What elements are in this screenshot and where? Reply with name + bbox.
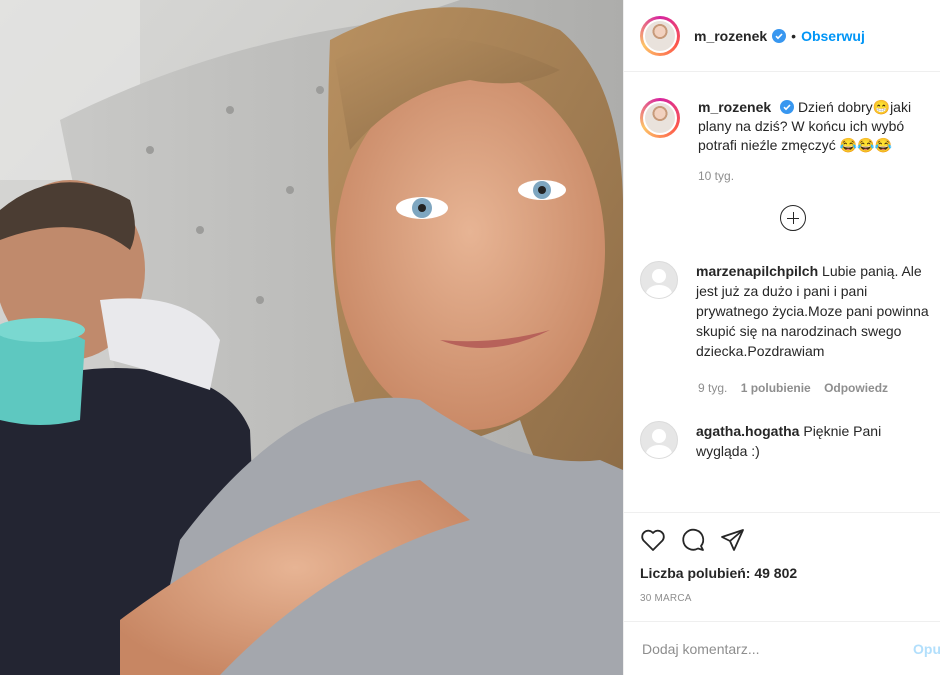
- verified-badge-icon: [780, 100, 795, 114]
- caption-line-1: Dzień dobry😁jaki: [797, 99, 912, 115]
- author-avatar[interactable]: [640, 15, 680, 56]
- comment-time[interactable]: 9 tyg.: [698, 381, 727, 395]
- comment-username[interactable]: agatha.hogatha: [696, 423, 799, 439]
- post-sidebar: m_rozenek • Obserwuj m_rozenek Dzień dob…: [623, 0, 940, 675]
- comment-item: marzenapilchpilch Lubie panią. Ale jest …: [624, 261, 940, 361]
- post-photo[interactable]: [0, 0, 623, 675]
- selfie-image: [0, 0, 623, 675]
- reply-button[interactable]: Odpowiedz: [824, 381, 888, 395]
- caption-line-3: potrafi nieźle zmęczyć 😂😂😂: [698, 137, 892, 153]
- comment-item: agatha.hogatha Pięknie Pani wygląda :): [624, 421, 940, 461]
- comment-input[interactable]: [640, 639, 891, 658]
- comment-composer: Opu: [624, 621, 940, 675]
- comment-meta: 9 tyg. 1 polubienie Odpowiedz: [698, 381, 940, 395]
- caption-time[interactable]: 10 tyg.: [698, 169, 940, 183]
- commenter-avatar[interactable]: [640, 421, 678, 459]
- share-icon[interactable]: [720, 527, 746, 553]
- post-date: 30 MARCA: [640, 593, 692, 604]
- post-comment-button[interactable]: Opu: [913, 641, 940, 657]
- comment-username[interactable]: marzenapilchpilch: [696, 263, 818, 279]
- author-username[interactable]: m_rozenek: [694, 28, 767, 44]
- commenter-avatar[interactable]: [640, 261, 678, 299]
- comment-text: agatha.hogatha Pięknie Pani wygląda :): [696, 421, 936, 461]
- separator-dot: •: [791, 27, 797, 44]
- caption-text: m_rozenek Dzień dobry😁jaki plany na dziś…: [698, 98, 940, 155]
- post-header: m_rozenek • Obserwuj: [624, 0, 940, 72]
- comment-likes[interactable]: 1 polubienie: [741, 381, 811, 395]
- caption-line-2: plany na dziś? W końcu ich wybó: [698, 118, 905, 134]
- comment-text: marzenapilchpilch Lubie panią. Ale jest …: [696, 261, 936, 361]
- caption-username[interactable]: m_rozenek: [698, 99, 771, 115]
- post-caption: m_rozenek Dzień dobry😁jaki plany na dziś…: [624, 72, 940, 155]
- post-actions: Liczba polubień: 49 802 30 MARCA: [624, 512, 940, 622]
- caption-avatar[interactable]: [640, 98, 680, 138]
- heart-icon[interactable]: [640, 528, 666, 552]
- comment-icon[interactable]: [680, 527, 706, 553]
- like-count[interactable]: Liczba polubień: 49 802: [640, 565, 940, 581]
- action-icons: [640, 527, 940, 553]
- verified-badge-icon: [772, 28, 787, 43]
- plus-circle-icon[interactable]: [779, 205, 806, 231]
- follow-button[interactable]: Obserwuj: [801, 28, 865, 44]
